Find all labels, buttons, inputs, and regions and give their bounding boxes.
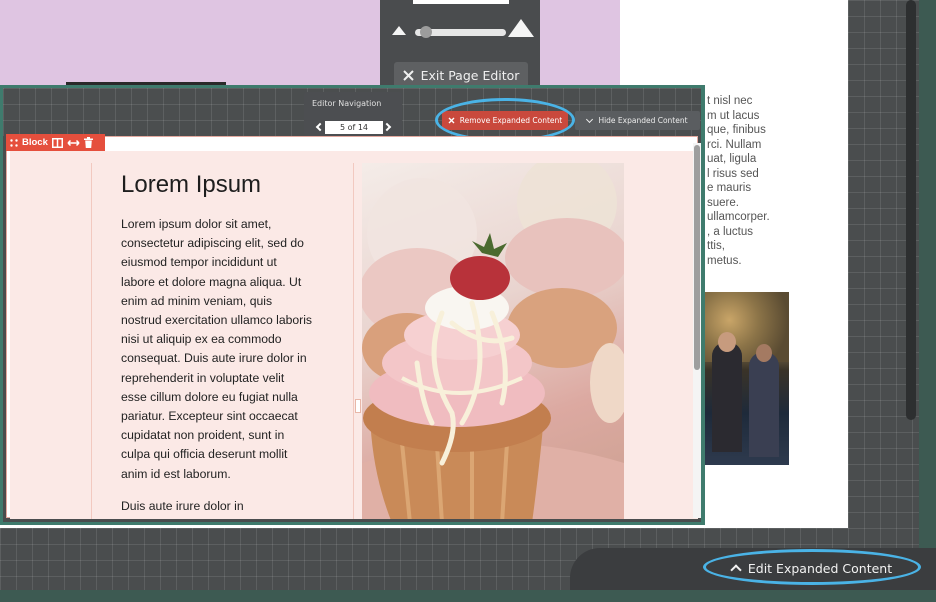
previous-page-button[interactable] — [314, 119, 325, 135]
chevron-up-icon — [730, 564, 742, 576]
zoom-out-mountain-icon[interactable] — [392, 26, 406, 35]
block-tag-label: Block — [22, 137, 48, 148]
trash-icon[interactable] — [83, 137, 93, 148]
hide-expanded-content-button[interactable]: Hide Expanded Content — [575, 111, 700, 130]
editor-navigation-panel: Editor Navigation 5 of 14 — [304, 92, 402, 136]
columns-icon[interactable] — [51, 137, 63, 148]
frame-border-right — [919, 0, 936, 602]
block-heading[interactable]: Lorem Ipsum — [121, 171, 261, 199]
block-paragraph[interactable]: Duis aute irure dolor in — [121, 497, 335, 516]
page-scrollbar[interactable] — [906, 0, 916, 420]
close-icon — [448, 117, 455, 124]
content-block[interactable]: Lorem Ipsum Lorem ipsum dolor sit amet, … — [6, 136, 698, 519]
toolbar-input-edge — [413, 0, 509, 4]
image-size-slider-thumb[interactable] — [420, 26, 432, 38]
next-page-button[interactable] — [382, 119, 394, 135]
background-photo-people — [704, 292, 789, 465]
exit-page-editor-label: Exit Page Editor — [420, 67, 520, 83]
edit-expanded-content-label: Edit Expanded Content — [747, 560, 893, 576]
hide-expanded-content-label: Hide Expanded Content — [598, 116, 688, 125]
resize-width-icon[interactable] — [67, 139, 80, 147]
remove-expanded-content-label: Remove Expanded Content — [459, 116, 563, 125]
close-icon — [402, 69, 414, 81]
chevron-left-icon — [315, 122, 325, 132]
expanded-content-window: Editor Navigation 5 of 14 Remove Expande… — [0, 85, 705, 525]
page-indicator: 5 of 14 — [325, 121, 383, 134]
block-tag[interactable]: Block — [6, 134, 105, 151]
remove-expanded-content-button[interactable]: Remove Expanded Content — [442, 111, 568, 130]
chevron-down-icon — [586, 115, 594, 123]
cupcake-photo-illustration — [362, 163, 624, 519]
chevron-right-icon — [382, 122, 392, 132]
column-resize-handle[interactable] — [355, 399, 361, 413]
page-editor-toolbar: Exit Page Editor — [380, 0, 540, 92]
zoom-in-mountain-icon[interactable] — [508, 19, 534, 37]
drag-handle-icon[interactable] — [10, 138, 18, 147]
background-body-text: t nisl nec m ut lacus que, finibus rci. … — [707, 95, 770, 267]
editor-navigation-title: Editor Navigation — [312, 99, 382, 108]
block-content-area: Lorem Ipsum Lorem ipsum dolor sit amet, … — [10, 151, 698, 519]
edit-expanded-content-button[interactable]: Edit Expanded Content — [706, 556, 918, 580]
cupcake-image[interactable] — [362, 163, 624, 519]
block-scrollbar-thumb[interactable] — [694, 145, 700, 370]
block-paragraph[interactable]: Lorem ipsum dolor sit amet, consectetur … — [121, 215, 335, 484]
frame-border-bottom — [0, 590, 936, 602]
